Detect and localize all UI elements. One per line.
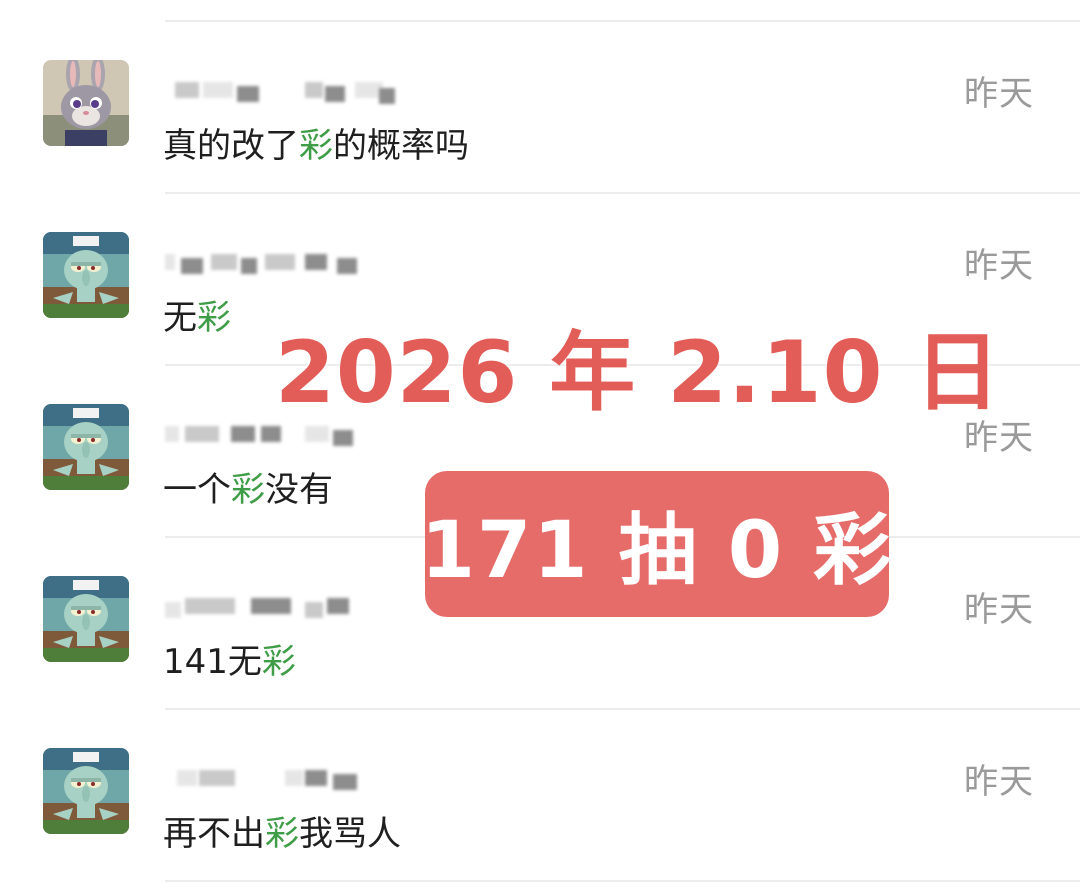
timestamp: 昨天 xyxy=(964,74,1034,114)
highlight-keyword: 彩 xyxy=(197,298,231,338)
avatar-judy-hopps[interactable] xyxy=(43,60,129,146)
overlay-date-text: 2026 年 2.10 日 xyxy=(275,323,1002,423)
comment-text: 无彩 xyxy=(163,298,231,338)
comment-text: 141无彩 xyxy=(163,642,296,682)
comment-text: 真的改了彩的概率吗 xyxy=(163,126,469,166)
comment-item[interactable]: 昨天 真的改了彩的概率吗 xyxy=(0,0,1080,172)
username-blurred xyxy=(165,244,405,274)
overlay-result-badge: 171 抽 0 彩 xyxy=(421,471,891,617)
highlight-keyword: 彩 xyxy=(265,814,299,854)
highlight-keyword: 彩 xyxy=(231,470,265,510)
avatar-squidward[interactable] xyxy=(43,576,129,662)
highlight-keyword: 彩 xyxy=(299,126,333,166)
divider xyxy=(165,880,1080,882)
avatar-squidward[interactable] xyxy=(43,232,129,318)
comment-item[interactable]: 昨天 再不出彩我骂人 xyxy=(0,688,1080,860)
comment-text: 再不出彩我骂人 xyxy=(163,814,401,854)
timestamp: 昨天 xyxy=(964,246,1034,286)
avatar-squidward[interactable] xyxy=(43,404,129,490)
comment-text: 一个彩没有 xyxy=(163,470,333,510)
avatar-squidward[interactable] xyxy=(43,748,129,834)
username-blurred xyxy=(165,72,405,104)
highlight-keyword: 彩 xyxy=(261,642,296,682)
username-blurred xyxy=(165,588,405,618)
timestamp: 昨天 xyxy=(964,590,1034,630)
timestamp: 昨天 xyxy=(964,762,1034,802)
overlay-result-text: 171 抽 0 彩 xyxy=(420,506,894,596)
username-blurred xyxy=(165,760,405,790)
